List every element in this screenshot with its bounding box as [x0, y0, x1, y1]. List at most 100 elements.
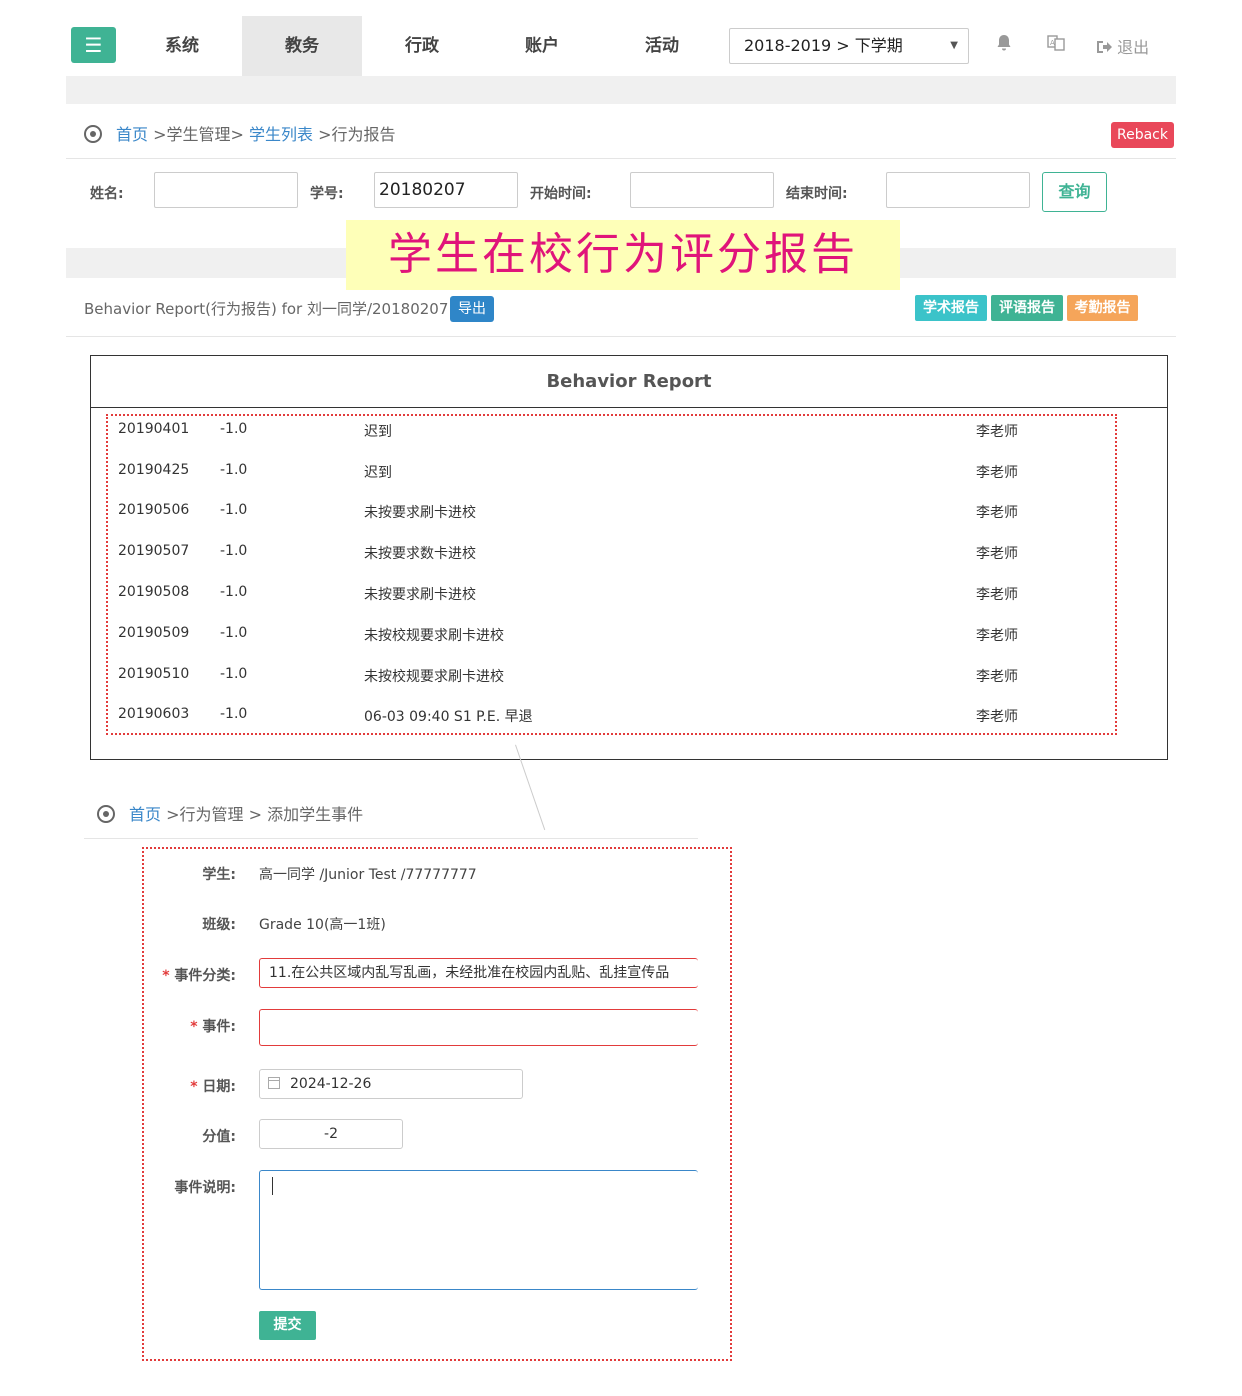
row-score: -1.0	[220, 543, 248, 559]
nav-item-system[interactable]: 系统	[122, 16, 242, 76]
category-label-text: 事件分类:	[174, 968, 236, 984]
row-event: 未按要求数卡进校	[364, 546, 476, 562]
behavior-report-heading: Behavior Report	[91, 356, 1167, 408]
description-textarea[interactable]	[259, 1170, 698, 1290]
event-select[interactable]	[259, 1009, 698, 1046]
breadcrumb: 首页 >学生管理> 学生列表 >行为报告	[84, 121, 396, 145]
reback-button[interactable]: Reback	[1111, 122, 1174, 148]
row-date: 20190506	[118, 502, 190, 518]
header-divider-band	[66, 76, 1176, 104]
row-date: 20190508	[118, 584, 190, 600]
score-label: 分值:	[202, 1129, 236, 1145]
row-date: 20190510	[118, 666, 190, 682]
row-score: -1.0	[220, 502, 248, 518]
term-select[interactable]: 2018-2019 > 下学期 ▼	[729, 28, 969, 64]
description-label: 事件说明:	[174, 1180, 236, 1196]
breadcrumb-student-list-link[interactable]: 学生列表	[249, 125, 313, 144]
start-time-input[interactable]	[630, 172, 774, 208]
score-input[interactable]: -2	[259, 1119, 403, 1149]
row-teacher: 李老师	[976, 628, 1018, 644]
row-date: 20190509	[118, 625, 190, 641]
query-button[interactable]: 查询	[1042, 172, 1107, 212]
row-event: 迟到	[364, 465, 392, 481]
date-label: * 日期:	[96, 1076, 236, 1096]
menu-icon[interactable]: ☰	[71, 27, 116, 63]
required-mark: *	[190, 1019, 198, 1035]
bell-icon[interactable]	[996, 34, 1012, 56]
row-date: 20190603	[118, 706, 190, 722]
nav-item-account[interactable]: 账户	[482, 16, 602, 76]
date-value: 2024-12-26	[290, 1076, 372, 1092]
submit-button[interactable]: 提交	[259, 1311, 316, 1340]
row-score: -1.0	[220, 462, 248, 478]
comment-report-button[interactable]: 评语报告	[991, 295, 1063, 321]
row-event: 未按要求刷卡进校	[364, 505, 476, 521]
class-label: 班级:	[202, 917, 236, 933]
nav-item-administration[interactable]: 行政	[362, 16, 482, 76]
row-teacher: 李老师	[976, 465, 1018, 481]
row-date: 20190401	[118, 421, 190, 437]
required-mark: *	[190, 1079, 198, 1095]
export-button[interactable]: 导出	[450, 296, 494, 322]
calendar-icon	[268, 1077, 280, 1089]
row-event: 未按校规要求刷卡进校	[364, 628, 504, 644]
nav-item-academic[interactable]: 教务	[242, 16, 362, 76]
breadcrumb-home-link[interactable]: 首页	[116, 125, 148, 144]
event-label-text: 事件:	[202, 1019, 236, 1035]
nav-item-activity[interactable]: 活动	[602, 16, 722, 76]
name-label: 姓名:	[90, 186, 124, 202]
logout-icon	[1096, 37, 1117, 56]
breadcrumb-home-link[interactable]: 首页	[129, 805, 161, 824]
row-score: -1.0	[220, 706, 248, 722]
text-cursor	[272, 1177, 273, 1195]
row-teacher: 李老师	[976, 669, 1018, 685]
divider	[84, 838, 698, 839]
chevron-down-icon: ▼	[950, 40, 958, 51]
end-time-label: 结束时间:	[786, 186, 848, 202]
event-label: * 事件:	[96, 1016, 236, 1036]
logout-label: 退出	[1117, 38, 1150, 57]
breadcrumb-current: >行为报告	[313, 125, 396, 144]
overlay-banner: 学生在校行为评分报告	[346, 220, 900, 290]
student-value: 高一同学 /Junior Test /77777777	[259, 867, 477, 883]
breadcrumb-text: >学生管理>	[148, 125, 250, 144]
student-label: 学生:	[202, 867, 236, 883]
required-mark: *	[162, 968, 170, 984]
row-event: 06-03 09:40 S1 P.E. 早退	[364, 709, 533, 725]
row-teacher: 李老师	[976, 546, 1018, 562]
row-event: 未按要求刷卡进校	[364, 587, 476, 603]
date-input[interactable]: 2024-12-26	[259, 1069, 523, 1099]
student-id-label: 学号:	[310, 186, 344, 202]
term-select-value: 2018-2019 > 下学期	[744, 36, 903, 55]
class-value: Grade 10(高一1班)	[259, 917, 386, 933]
row-teacher: 李老师	[976, 587, 1018, 603]
row-score: -1.0	[220, 421, 248, 437]
row-date: 20190507	[118, 543, 190, 559]
row-score: -1.0	[220, 625, 248, 641]
row-date: 20190425	[118, 462, 190, 478]
row-teacher: 李老师	[976, 505, 1018, 521]
category-label: * 事件分类:	[96, 965, 236, 985]
row-event: 迟到	[364, 424, 392, 440]
svg-text:A: A	[1050, 39, 1055, 47]
category-select[interactable]: 11.在公共区域内乱写乱画，未经批准在校园内乱贴、乱挂宣传品	[259, 958, 698, 988]
breadcrumb-current: >行为管理 > 添加学生事件	[161, 805, 364, 824]
attendance-report-button[interactable]: 考勤报告	[1067, 295, 1138, 321]
row-score: -1.0	[220, 666, 248, 682]
row-teacher: 李老师	[976, 424, 1018, 440]
breadcrumb-add-event: 首页 >行为管理 > 添加学生事件	[97, 801, 363, 825]
name-input[interactable]	[154, 172, 298, 208]
top-navigation: ☰ 系统 教务 行政 账户 活动 2018-2019 > 下学期 ▼ A 退出	[66, 16, 1176, 76]
highlight-box	[106, 414, 1117, 735]
translate-icon[interactable]: A	[1047, 34, 1065, 56]
date-label-text: 日期:	[202, 1079, 236, 1095]
divider	[66, 158, 1176, 159]
divider	[66, 336, 1176, 337]
logout-button[interactable]: 退出	[1096, 34, 1149, 58]
row-score: -1.0	[220, 584, 248, 600]
location-pin-icon	[84, 125, 102, 143]
academic-report-button[interactable]: 学术报告	[915, 295, 987, 321]
student-id-input[interactable]: 20180207	[374, 172, 518, 208]
end-time-input[interactable]	[886, 172, 1030, 208]
row-teacher: 李老师	[976, 709, 1018, 725]
